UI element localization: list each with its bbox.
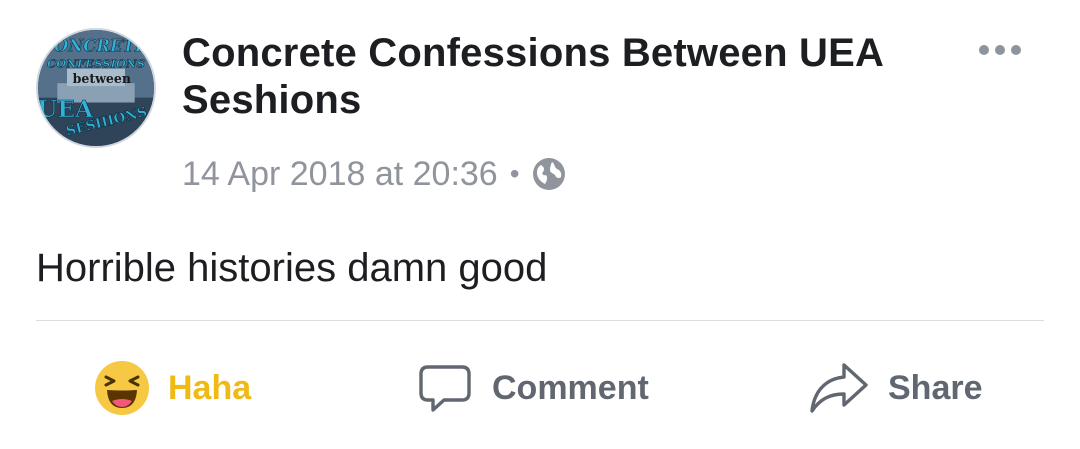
share-button[interactable]: Share xyxy=(808,348,983,428)
divider xyxy=(36,320,1044,321)
comment-bubble-icon xyxy=(419,365,471,412)
page-logo: CONCRETE CONFESSIONS between UEA SESHION… xyxy=(38,30,154,146)
logo-text-line3: between xyxy=(73,71,131,86)
logo-text-line2: CONFESSIONS xyxy=(47,57,145,71)
post-actions-bar: Haha Comment Share xyxy=(0,348,1080,428)
meta-separator: • xyxy=(509,158,520,189)
more-dot-icon xyxy=(979,45,989,55)
share-label: Share xyxy=(888,368,983,407)
haha-emoji-icon xyxy=(95,361,149,415)
page-avatar[interactable]: CONCRETE CONFESSIONS between UEA SESHION… xyxy=(36,28,156,148)
post-meta: 14 Apr 2018 at 20:36 • xyxy=(182,152,566,196)
globe-icon xyxy=(532,158,565,190)
logo-text-line1: CONCRETE xyxy=(41,36,148,55)
comment-label: Comment xyxy=(492,368,649,407)
more-options-button[interactable] xyxy=(970,30,1030,70)
post-message: Horrible histories damn good xyxy=(36,246,548,290)
comment-button[interactable]: Comment xyxy=(416,348,649,428)
page-name-link[interactable]: Concrete Confessions Between UEA Seshion… xyxy=(182,30,942,124)
haha-label: Haha xyxy=(168,368,252,407)
more-dot-icon xyxy=(1011,45,1021,55)
haha-reaction-button[interactable]: Haha xyxy=(94,348,251,428)
share-arrow-icon xyxy=(810,363,868,413)
more-dot-icon xyxy=(995,45,1005,55)
post-timestamp[interactable]: 14 Apr 2018 at 20:36 xyxy=(182,155,498,194)
